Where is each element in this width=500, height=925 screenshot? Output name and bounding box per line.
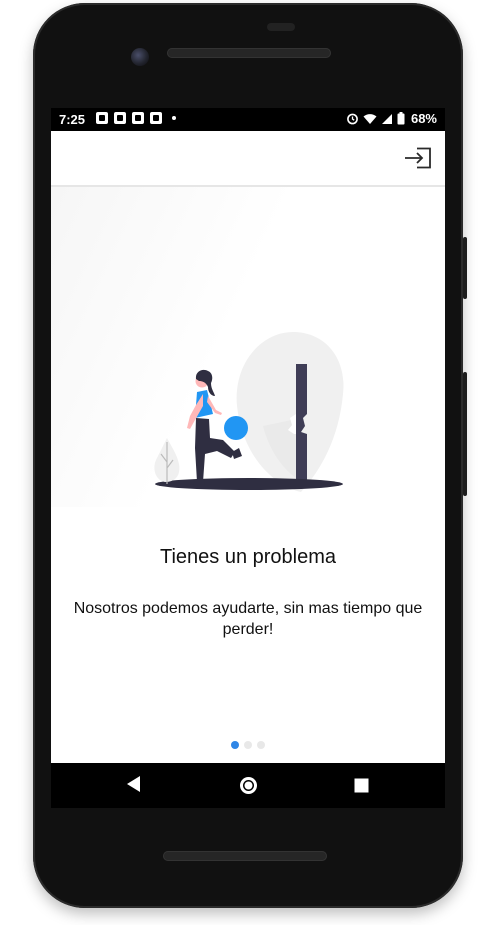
- power-button: [463, 237, 467, 299]
- status-bar: 7:25 68%: [51, 108, 445, 131]
- top-speaker: [167, 48, 331, 58]
- image-notification-icon: [96, 112, 108, 124]
- slide-title: Tienes un problema: [159, 546, 337, 568]
- recents-button[interactable]: [354, 778, 369, 798]
- status-time: 7:25: [59, 112, 86, 127]
- app-notification-icon-2: [150, 112, 162, 124]
- system-icons: 68%: [346, 111, 437, 126]
- battery-percent: 68%: [410, 111, 437, 126]
- more-notifications-dot-icon: [172, 116, 176, 120]
- mail-notification-icon: [132, 112, 144, 124]
- wifi-icon: [363, 113, 377, 124]
- navigation-bar: [51, 763, 445, 808]
- page-dot-2[interactable]: [244, 741, 252, 749]
- app-bar: [51, 131, 445, 187]
- earpiece: [267, 23, 295, 31]
- recents-square-icon: [354, 778, 369, 793]
- volume-button: [463, 372, 467, 496]
- app-notification-icon: [114, 112, 126, 124]
- slide-description: Nosotros podemos ayudarte, sin mas tiemp…: [73, 600, 423, 638]
- page-indicator: [51, 741, 445, 749]
- signal-icon: [381, 113, 392, 124]
- notification-icons: [96, 112, 176, 124]
- back-button[interactable]: [126, 775, 142, 798]
- home-circle-icon: [240, 777, 257, 794]
- login-icon: [405, 147, 431, 169]
- battery-icon: [397, 112, 405, 125]
- bottom-speaker: [163, 851, 327, 861]
- back-triangle-icon: [127, 776, 140, 792]
- alarm-icon: [347, 113, 358, 125]
- login-button[interactable]: [403, 143, 433, 173]
- woman-kicking-ball-illustration: [154, 332, 344, 492]
- front-camera: [131, 48, 149, 66]
- page-dot-1[interactable]: [231, 741, 239, 749]
- home-button[interactable]: [239, 776, 258, 800]
- page-dot-3[interactable]: [257, 741, 265, 749]
- screen: 7:25 68% Tienes un problema Nosotros pod…: [51, 108, 445, 763]
